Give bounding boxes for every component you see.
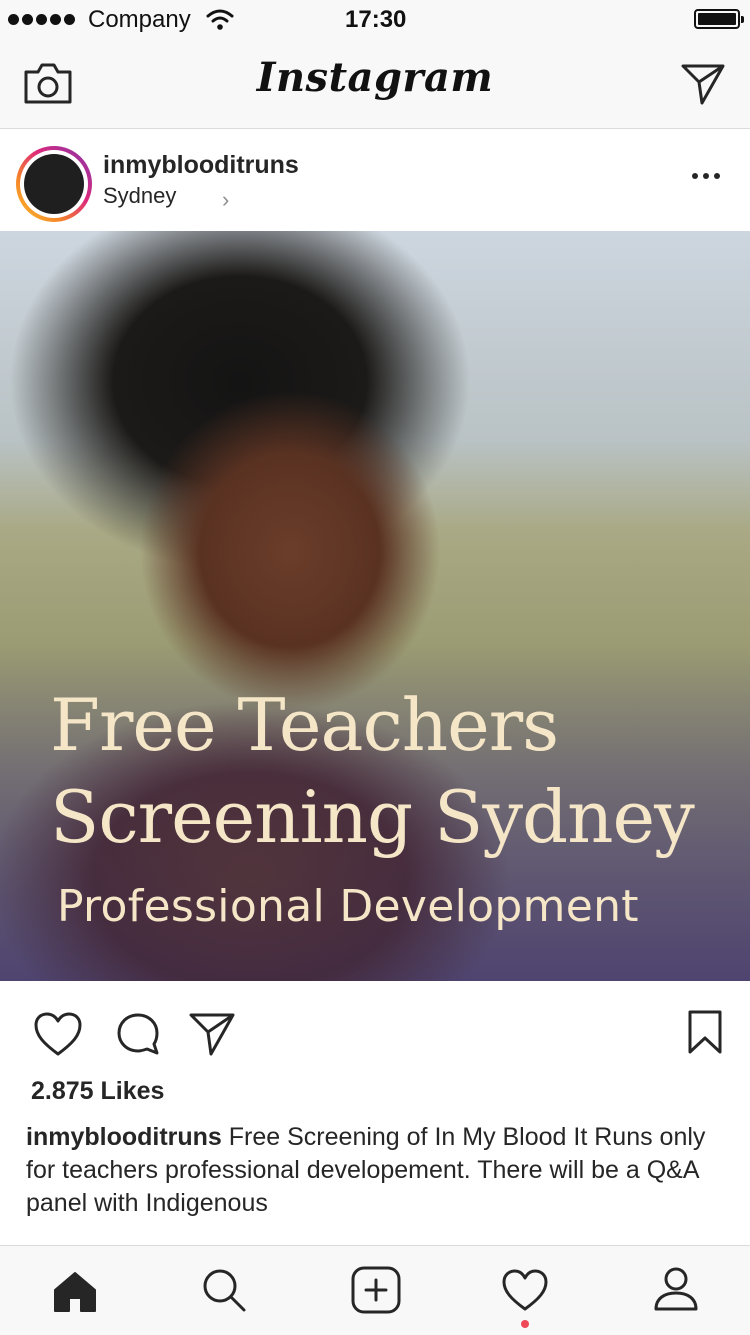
status-time: 17:30 <box>345 6 407 33</box>
share-icon[interactable] <box>188 1011 236 1057</box>
post-image[interactable]: Free Teachers Screening Sydney Professio… <box>0 231 750 981</box>
caption-username[interactable]: inmyblooditruns <box>26 1123 222 1151</box>
post-caption: inmyblooditruns Free Screening of In My … <box>26 1121 726 1220</box>
image-headline-line1: Free Teachers <box>50 683 559 767</box>
home-icon[interactable] <box>52 1270 98 1314</box>
bookmark-icon[interactable] <box>687 1009 723 1055</box>
activity-heart-icon[interactable] <box>501 1268 549 1312</box>
chevron-right-icon: › <box>222 187 230 212</box>
post-username[interactable]: inmyblooditruns <box>103 151 299 180</box>
add-post-icon[interactable] <box>351 1266 401 1314</box>
carrier-name: Company <box>88 6 191 33</box>
app-header: Instagram <box>0 40 750 129</box>
battery-icon <box>694 9 744 29</box>
signal-dots-icon <box>8 14 75 25</box>
more-options-icon[interactable] <box>692 173 720 179</box>
image-subheading: Professional Development <box>57 881 639 932</box>
search-icon[interactable] <box>200 1266 248 1314</box>
notification-dot <box>521 1320 529 1328</box>
profile-icon[interactable] <box>652 1266 700 1312</box>
tab-bar <box>0 1245 750 1335</box>
post-header: inmyblooditruns Sydney › <box>0 129 750 231</box>
wifi-icon <box>206 9 234 30</box>
comment-icon[interactable] <box>115 1011 161 1057</box>
instagram-logo: Instagram <box>256 54 494 101</box>
image-headline-line2: Screening Sydney <box>50 775 695 859</box>
paper-plane-icon[interactable] <box>680 62 726 106</box>
avatar[interactable] <box>16 146 92 222</box>
likes-count[interactable]: 2.875 Likes <box>31 1077 164 1106</box>
post-location[interactable]: Sydney <box>103 183 176 209</box>
image-headline: Free Teachers Screening Sydney <box>50 679 695 863</box>
heart-icon[interactable] <box>33 1011 83 1057</box>
post-actions <box>0 981 750 1081</box>
status-bar: Company 17:30 <box>0 0 750 40</box>
